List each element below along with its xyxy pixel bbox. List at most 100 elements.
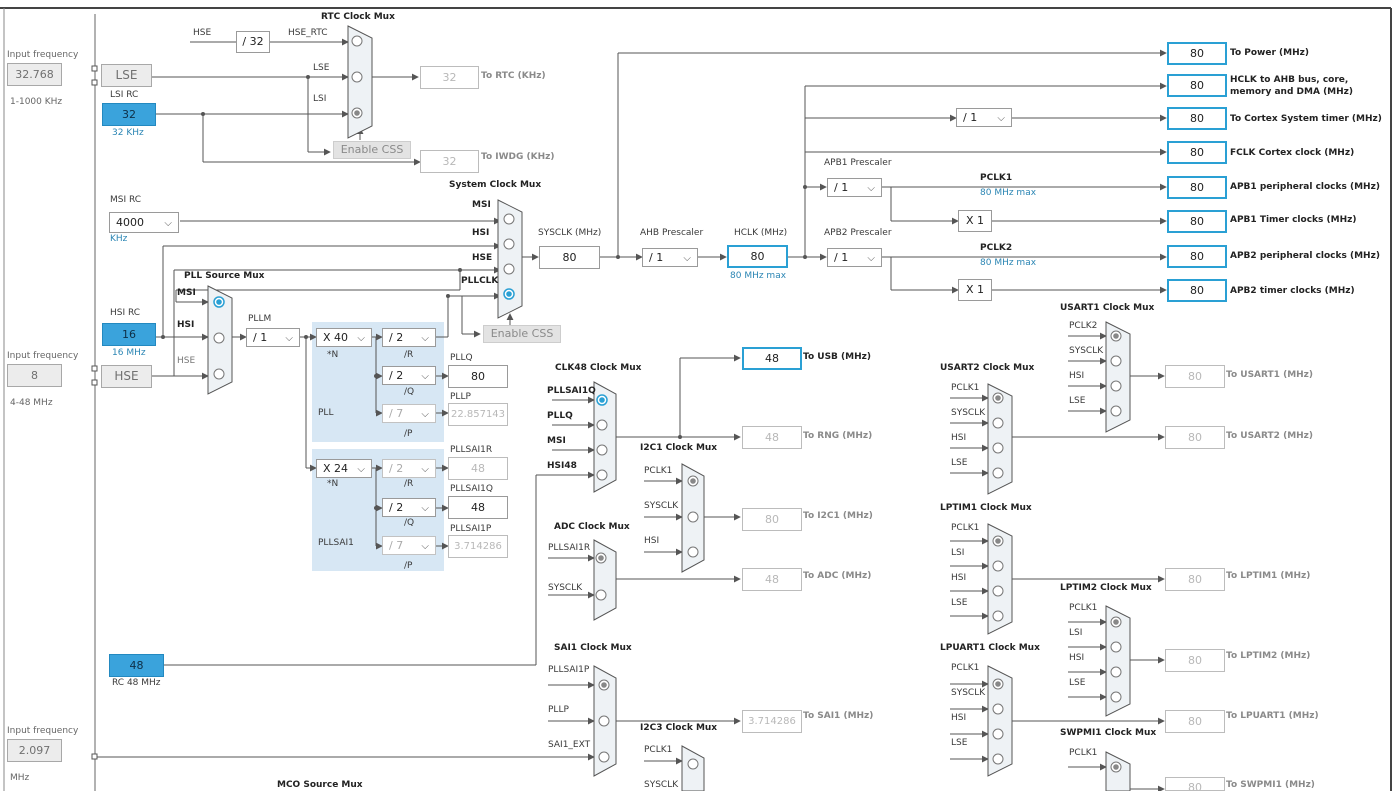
sysclk-value[interactable]: 80 [539,246,600,269]
usart2-in-pclk1: PCLK1 [951,383,980,393]
pllsai1q-output-label: PLLSAI1Q [450,484,493,494]
rc48-source[interactable]: 48 [109,654,164,677]
chevron-down-icon: ⌵ [421,371,429,382]
plln-select[interactable]: X 40 ⌵ [316,328,372,347]
pllsai1p-select[interactable]: / 7 ⌵ [382,536,436,555]
hclk-label: HCLK (MHz) [734,228,788,238]
rtc-output-label: To RTC (KHz) [481,71,546,81]
hse-frequency-field[interactable]: 8 [7,364,62,387]
clk48-in-msi: MSI [547,436,566,446]
sysmux-pllclk-label: PLLCLK [461,276,499,286]
iwdg-output-value: 32 [420,150,479,173]
pllp-divider-value: / 7 [389,407,404,420]
pllsai1q-output-value[interactable]: 48 [448,496,508,519]
pllsai1n-select[interactable]: X 24 ⌵ [316,459,372,478]
i2c1-output-label: To I2C1 (MHz) [803,511,873,521]
apb2-timer-output-label: APB2 timer clocks (MHz) [1230,286,1355,296]
pllq-divider-label: /Q [404,387,415,397]
usart2-output-label: To USART2 (MHz) [1226,431,1314,441]
pllp-output-label: PLLP [450,392,471,402]
enable-css-system-button[interactable]: Enable CSS [483,325,561,343]
enable-css-rtc-button[interactable]: Enable CSS [333,141,411,159]
swpmi1-output-value: 80 [1165,777,1225,791]
lptim2-in-lsi: LSI [1069,628,1083,638]
ahb-prescaler-select[interactable]: / 1 ⌵ [642,248,698,267]
pllsai1r-select[interactable]: / 2 ⌵ [382,459,436,478]
usart1-mux-title: USART1 Clock Mux [1060,303,1155,313]
lsi-rc-title: LSI RC [110,90,139,100]
usart1-in-sysclk: SYSCLK [1069,346,1104,356]
sai1-in-pllp: PLLP [548,705,569,715]
clk48-mux-title: CLK48 Clock Mux [555,363,642,373]
lsi-rc-source[interactable]: 32 [102,103,156,126]
chevron-down-icon: ⌵ [421,541,429,552]
apb1-peripheral-output-value[interactable]: 80 [1167,176,1227,199]
msi-rc-select[interactable]: 4000 ⌵ [109,212,179,233]
sai1-in-ext: SAI1_EXT [548,740,591,750]
sysclk-label: SYSCLK (MHz) [538,228,602,238]
pllp-select[interactable]: / 7 ⌵ [382,404,436,423]
clk48-in-hsi48: HSI48 [547,461,577,471]
ext-frequency-field[interactable]: 2.097 [7,739,62,762]
pllsai1r-output-value: 48 [448,457,508,480]
lptim1-mux-title: LPTIM1 Clock Mux [940,503,1032,513]
pll-source-mux-title: PLL Source Mux [184,271,265,281]
pllm-select[interactable]: / 1 ⌵ [246,328,300,347]
apb2-peripheral-output-value[interactable]: 80 [1167,245,1227,268]
apb2-prescaler-select[interactable]: / 1 ⌵ [827,248,882,267]
lse-range: 1-1000 KHz [10,97,63,107]
hclk-value[interactable]: 80 [727,245,788,268]
lse-frequency-field[interactable]: 32.768 [7,63,62,86]
pll-region-label: PLL [318,408,334,418]
pllq-output-value[interactable]: 80 [448,365,508,388]
ext-unit: MHz [10,773,30,783]
cortex-timer-divider-select[interactable]: / 1 ⌵ [956,108,1012,127]
hse-input-frequency-caption: Input frequency [7,351,79,361]
apb1-prescaler-label: APB1 Prescaler [824,158,892,168]
fclk-output-value[interactable]: 80 [1167,141,1227,164]
pllsai1q-divider-label: /Q [404,518,415,528]
i2c3-in-sysclk: SYSCLK [644,780,679,790]
hse-source[interactable]: HSE [101,365,152,388]
pll-source-hse: HSE [177,356,196,366]
pll-source-msi: MSI [177,288,196,298]
apb1-prescaler-value: / 1 [834,181,849,194]
apb2-timer-output-value[interactable]: 80 [1167,279,1227,302]
rtc-lsi-label: LSI [313,94,327,104]
lptim1-in-lsi: LSI [951,548,965,558]
apb2-prescaler-label: APB2 Prescaler [824,228,892,238]
apb1-timer-output-value[interactable]: 80 [1167,210,1227,233]
msi-unit: KHz [110,234,128,244]
ahb-prescaler-value: / 1 [649,251,664,264]
hse-rtc-label: HSE_RTC [288,28,328,38]
hclk-ahb-output-label: HCLK to AHB bus, core, [1230,75,1349,85]
hse-rtc-divider[interactable]: / 32 [236,31,270,53]
lpuart1-in-hsi: HSI [951,713,967,723]
clock-configuration-canvas: Input frequency 32.768 1-1000 KHz Input … [0,0,1395,791]
pllm-value: / 1 [253,331,268,344]
i2c1-in-pclk1: PCLK1 [644,466,673,476]
sysmux-hse-label: HSE [472,253,493,263]
apb1-prescaler-select[interactable]: / 1 ⌵ [827,178,882,197]
chevron-down-icon: ⌵ [421,503,429,514]
pllr-select[interactable]: / 2 ⌵ [382,328,436,347]
lsi-unit: 32 KHz [112,128,144,138]
hsi-rc-source[interactable]: 16 [102,323,156,346]
plln-value: X 40 [323,331,349,344]
hclk-ahb-output-value[interactable]: 80 [1167,74,1227,97]
pllsai1q-select[interactable]: / 2 ⌵ [382,498,436,517]
msi-rc-title: MSI RC [110,195,142,205]
mco-source-mux-title: MCO Source Mux [277,780,363,790]
cortex-timer-output-value[interactable]: 80 [1167,107,1227,130]
usb-output-value[interactable]: 48 [742,347,802,370]
i2c1-in-sysclk: SYSCLK [644,501,679,511]
pllsai1r-output-label: PLLSAI1R [450,445,493,455]
pllq-select[interactable]: / 2 ⌵ [382,366,436,385]
pllp-output-value: 22.857143 [448,403,508,426]
lse-source[interactable]: LSE [101,64,152,87]
i2c3-mux-title: I2C3 Clock Mux [640,723,718,733]
power-output-value[interactable]: 80 [1167,42,1227,65]
pllsai1r-divider-value: / 2 [389,462,404,475]
usb-output-label: To USB (MHz) [803,352,871,362]
rng-output-value: 48 [742,426,802,449]
